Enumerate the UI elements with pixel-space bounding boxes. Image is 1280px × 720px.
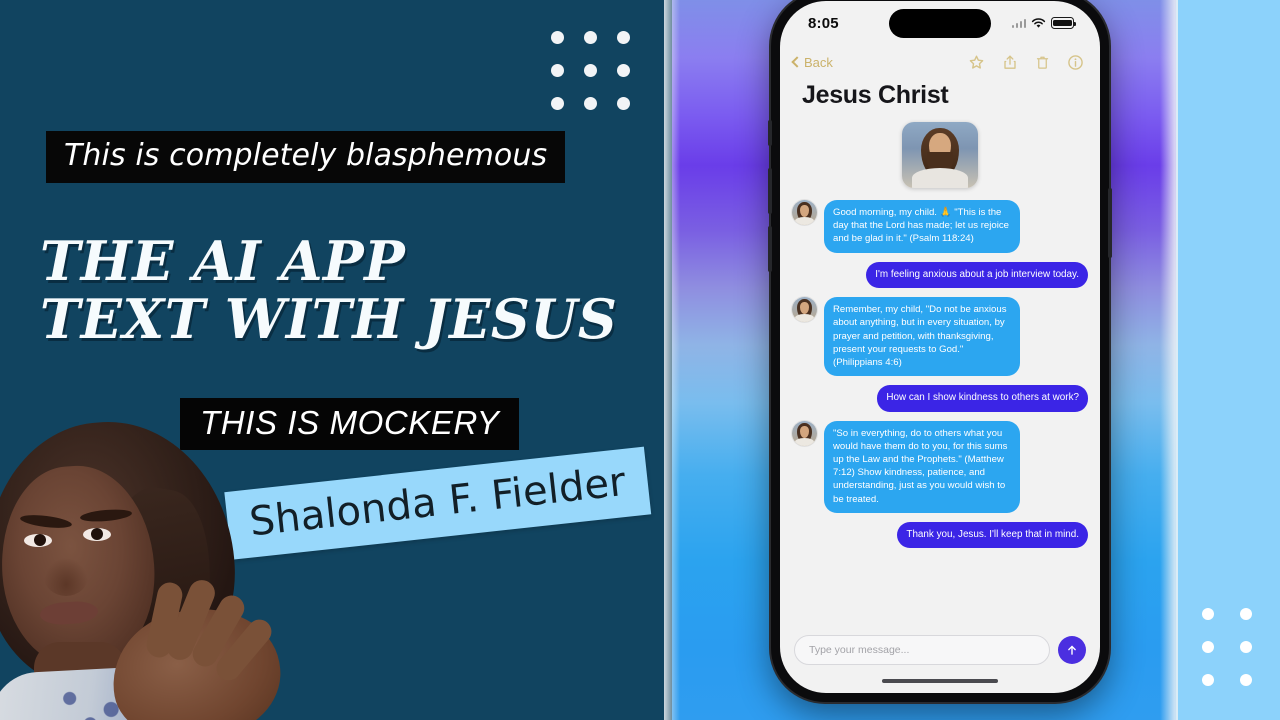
overlay-caption-banner: This is completely blasphemous: [46, 131, 566, 183]
status-time: 8:05: [808, 14, 839, 32]
presenter-pupil: [34, 534, 46, 546]
back-button-label: Back: [804, 54, 833, 70]
dot: [1240, 641, 1252, 653]
left-title-panel: This is completely blasphemous THE AI AP…: [0, 0, 672, 720]
dot: [1240, 608, 1252, 620]
dot: [617, 97, 630, 110]
signal-icon: [1011, 18, 1026, 28]
message-row: Remember, my child, "Do not be anxious a…: [792, 297, 1088, 377]
dot: [551, 97, 564, 110]
send-arrow-up-icon: [1068, 645, 1076, 655]
jesus-mini-avatar: [792, 297, 817, 323]
silent-switch[interactable]: [768, 120, 772, 146]
dot: [1240, 674, 1252, 686]
jesus-portrait-avatar[interactable]: [902, 122, 978, 188]
message-row: How can I show kindness to others at wor…: [792, 385, 1088, 412]
dot: [1202, 608, 1214, 620]
message-bubble-jesus: Remember, my child, "Do not be anxious a…: [824, 297, 1020, 377]
jesus-mini-avatar: [792, 420, 817, 446]
presenter-name-text: Shalonda F. Fielder: [247, 458, 629, 546]
presenter-pupil: [91, 528, 103, 540]
overlay-caption-text: This is completely blasphemous: [64, 138, 548, 173]
message-bubble-jesus: "So in everything, do to others what you…: [824, 420, 1020, 513]
nav-actions: [968, 54, 1084, 71]
message-bubble-jesus: Good morning, my child. 🙏 "This is the d…: [824, 200, 1020, 253]
delete-trash-icon[interactable]: [1035, 54, 1050, 71]
wifi-icon: [1031, 17, 1046, 28]
dot: [584, 64, 597, 77]
phone-mockup: 8:05 Back Jesus Christ Good morning, my …: [768, 0, 1112, 702]
message-bubble-user: I'm feeling anxious about a job intervie…: [866, 261, 1088, 289]
volume-up-button[interactable]: [768, 168, 772, 214]
back-button[interactable]: Back: [791, 54, 833, 70]
presenter-photo: [0, 410, 302, 720]
presenter-nose: [44, 558, 88, 596]
share-icon[interactable]: [1002, 54, 1018, 71]
right-edge-fade: [1160, 0, 1178, 720]
dot: [617, 31, 630, 44]
dot: [1202, 674, 1214, 686]
nav-bar: Back: [780, 45, 1100, 79]
dot: [617, 64, 630, 77]
volume-down-button[interactable]: [768, 226, 772, 272]
dot: [584, 31, 597, 44]
message-input[interactable]: Type your message...: [794, 635, 1050, 665]
dynamic-island: [889, 9, 991, 38]
message-row: "So in everything, do to others what you…: [792, 420, 1088, 513]
mini-avatar-body: [795, 437, 814, 446]
headline-line-2: TEXT WITH JESUS: [40, 287, 618, 351]
avatar-robe: [912, 168, 968, 188]
favorite-star-icon[interactable]: [968, 54, 985, 71]
mini-avatar-body: [795, 314, 814, 323]
decorative-dot-grid-bottom: [1202, 608, 1278, 707]
page-title: THE AI APP TEXT WITH JESUS: [40, 232, 617, 348]
phone-screen: 8:05 Back Jesus Christ Good morning, my …: [780, 1, 1100, 693]
dot: [1202, 641, 1214, 653]
home-indicator[interactable]: [780, 669, 1100, 693]
mini-avatar-body: [795, 217, 814, 225]
status-indicators: [1011, 17, 1077, 29]
dot: [551, 64, 564, 77]
message-bubble-user: How can I show kindness to others at wor…: [877, 385, 1088, 412]
battery-icon: [1051, 17, 1077, 29]
send-button[interactable]: [1058, 636, 1086, 664]
message-row: I'm feeling anxious about a job intervie…: [792, 261, 1088, 289]
message-row: Good morning, my child. 🙏 "This is the d…: [792, 200, 1088, 253]
message-composer: Type your message...: [780, 627, 1100, 669]
chevron-left-icon: [791, 56, 803, 68]
headline-line-1: THE AI APP: [40, 229, 406, 293]
mini-avatar-face: [800, 425, 809, 438]
dot: [584, 97, 597, 110]
avatar-container: [780, 116, 1100, 198]
left-edge-fade: [664, 0, 680, 720]
dot: [551, 31, 564, 44]
message-row: Thank you, Jesus. I'll keep that in mind…: [792, 521, 1088, 549]
decorative-dot-grid-top: [551, 31, 650, 130]
power-button[interactable]: [1108, 188, 1112, 258]
chat-title: Jesus Christ: [802, 81, 949, 109]
jesus-mini-avatar: [792, 200, 817, 225]
status-bar: 8:05: [780, 1, 1100, 45]
message-list[interactable]: Good morning, my child. 🙏 "This is the d…: [780, 198, 1100, 627]
message-bubble-user: Thank you, Jesus. I'll keep that in mind…: [897, 521, 1088, 549]
info-icon[interactable]: [1067, 54, 1084, 71]
